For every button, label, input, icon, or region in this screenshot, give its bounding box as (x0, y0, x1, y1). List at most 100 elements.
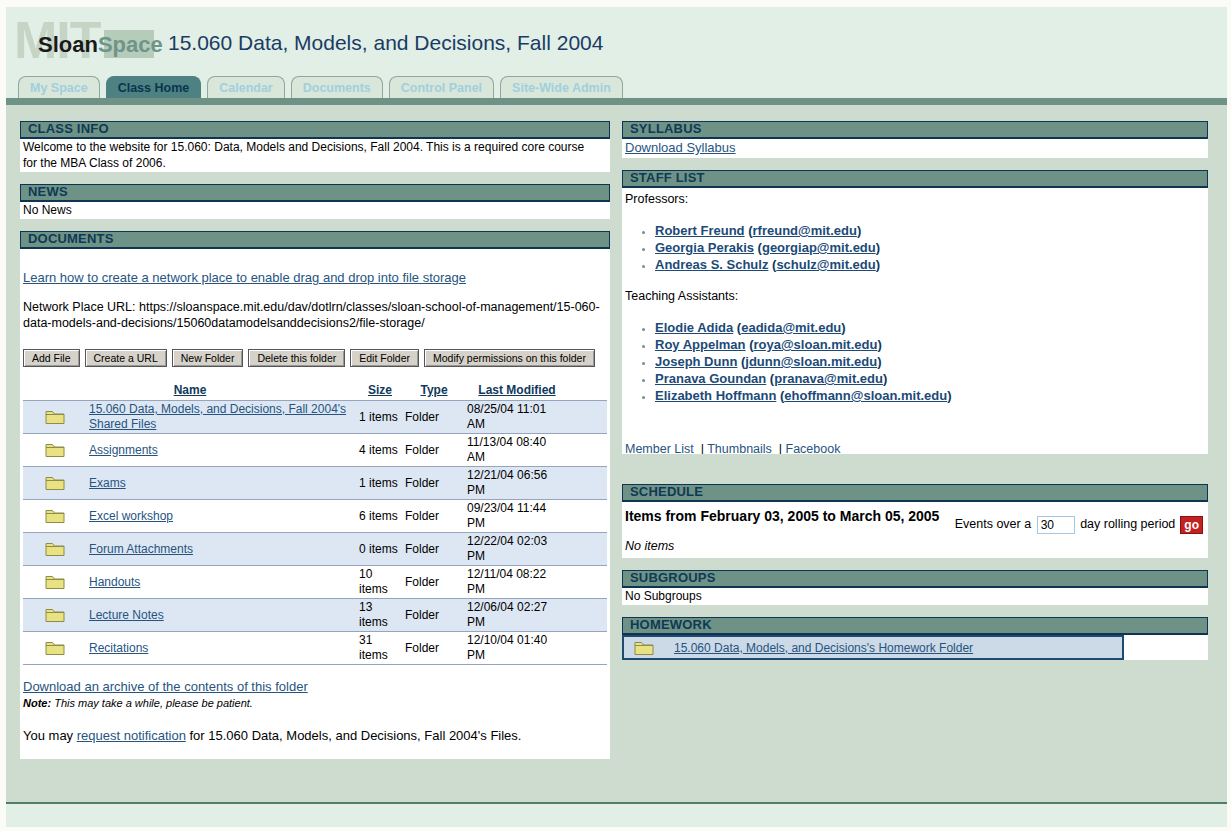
paren: ) (883, 371, 887, 386)
modified-date: 12/10/04 01:40 (467, 633, 567, 648)
sloanspace-logo: SloanSpace (38, 32, 163, 58)
news-section: NEWS No News (20, 184, 610, 219)
folder-icon (45, 475, 65, 491)
modified-meridiem: PM (467, 516, 567, 531)
mit-sloanspace-logo: MIT SloanSpace (14, 11, 166, 67)
folder-action-button[interactable]: Add File (23, 349, 80, 367)
note-label: Note: (23, 697, 51, 709)
tab-bar: My Space Class HomeCalendar Documents Contr… (6, 76, 1227, 98)
folder-modified-cell: 12/21/04 06:56PM (465, 467, 569, 500)
tab[interactable]: My Space (18, 76, 100, 98)
folder-row: Recitations 31 items Folder 12/10/04 01:… (23, 632, 607, 665)
folder-action-button[interactable]: Modify permissions on this folder (424, 349, 595, 367)
staff-email-link[interactable]: ehoffmann@sloan.mit.edu (784, 388, 947, 403)
sloan-text: Sloan (38, 32, 98, 57)
go-button[interactable]: go (1180, 516, 1203, 534)
folder-action-button[interactable]: Create a URL (85, 349, 167, 367)
modified-meridiem: PM (467, 648, 567, 663)
folder-size-cell: 6 items (357, 500, 403, 533)
staff-footer-link[interactable]: Thumbnails (707, 442, 772, 454)
tab-label: My Space (30, 81, 88, 95)
modified-meridiem: PM (467, 582, 567, 597)
tab[interactable]: Class Home (106, 76, 202, 98)
folder-modified-cell: 11/13/04 08:40AM (465, 434, 569, 467)
staff-footer-link[interactable]: Member List (625, 442, 694, 454)
staff-email-link[interactable]: pranava@mit.edu (774, 371, 883, 386)
folder-extra-cell (569, 500, 607, 533)
folder-action-button[interactable]: Delete this folder (248, 349, 345, 367)
class-info-body: Welcome to the website for 15.060: Data,… (20, 139, 610, 172)
table-column-header[interactable]: Last Modified (465, 379, 569, 401)
modified-date: 11/13/04 08:40 (467, 435, 567, 450)
paren: ) (876, 257, 880, 272)
folder-action-button[interactable]: New Folder (172, 349, 244, 367)
staff-name-link[interactable]: Elodie Adida (655, 320, 733, 335)
folder-link[interactable]: Assignments (89, 443, 158, 457)
staff-email-link[interactable]: roya@sloan.mit.edu (753, 337, 877, 352)
download-syllabus-link[interactable]: Download Syllabus (625, 140, 736, 155)
folder-row: Excel workshop 6 items Folder 09/23/04 1… (23, 500, 607, 533)
folder-link[interactable]: Handouts (89, 575, 140, 589)
tab[interactable]: Control Panel (389, 76, 494, 98)
staff-email-link[interactable]: jdunn@sloan.mit.edu (745, 354, 877, 369)
folder-icon (45, 541, 65, 557)
staff-email-link[interactable]: georgiap@mit.edu (762, 240, 876, 255)
staff-member: Georgia Perakis (georgiap@mit.edu) (655, 239, 1205, 256)
folder-row: Assignments 4 items Folder 11/13/04 08:4… (23, 434, 607, 467)
staff-name-link[interactable]: Pranava Goundan (655, 371, 766, 386)
staff-name-link[interactable]: Robert Freund (655, 223, 745, 238)
folder-modified-cell: 09/23/04 11:44PM (465, 500, 569, 533)
page-title: 15.060 Data, Models, and Decisions, Fall… (168, 31, 603, 55)
staff-name-link[interactable]: Joseph Dunn (655, 354, 737, 369)
folder-icon (45, 442, 65, 458)
events-suffix: day rolling period (1080, 517, 1175, 531)
folder-name-cell: Handouts (87, 566, 357, 599)
table-column-header[interactable]: Size (357, 379, 403, 401)
folder-name-cell: Exams (87, 467, 357, 500)
folder-action-button[interactable]: Edit Folder (350, 349, 419, 367)
tab[interactable]: Calendar (207, 76, 285, 98)
staff-email-link[interactable]: schulz@mit.edu (776, 257, 875, 272)
folder-modified-cell: 12/11/04 08:22PM (465, 566, 569, 599)
folder-link[interactable]: 15.060 Data, Models, and Decisions, Fall… (89, 402, 346, 431)
folder-link[interactable]: Lecture Notes (89, 608, 164, 622)
homework-folder-link[interactable]: 15.060 Data, Models, and Decisions's Hom… (674, 641, 973, 655)
rolling-period-input[interactable] (1037, 516, 1075, 534)
folder-link[interactable]: Exams (89, 476, 126, 490)
network-place-help-link[interactable]: Learn how to create a network place to e… (23, 270, 466, 285)
download-archive: Download an archive of the contents of t… (23, 679, 607, 709)
subgroups-body: No Subgroups (622, 588, 1208, 605)
folder-link[interactable]: Recitations (89, 641, 148, 655)
staff-email-link[interactable]: eadida@mit.edu (741, 320, 841, 335)
folder-link[interactable]: Forum Attachments (89, 542, 193, 556)
staff-name-link[interactable]: Georgia Perakis (655, 240, 754, 255)
schedule-body: Items from February 03, 2005 to March 05… (622, 502, 1208, 558)
tab-label: Control Panel (401, 81, 482, 95)
space-text: Space (98, 32, 163, 57)
staff-email-link[interactable]: rfreund@mit.edu (753, 223, 857, 238)
staff-footer-link[interactable]: Facebook (786, 442, 841, 454)
note-text: This may take a while, please be patient… (51, 697, 253, 709)
folder-type-cell: Folder (403, 434, 465, 467)
table-column-header[interactable]: Type (403, 379, 465, 401)
table-column-header[interactable]: Name (23, 379, 357, 401)
staff-name-link[interactable]: Roy Appelman (655, 337, 746, 352)
folder-size-cell: 4 items (357, 434, 403, 467)
subgroups-section: SUBGROUPS No Subgroups (622, 570, 1208, 605)
news-header: NEWS (20, 184, 610, 202)
download-archive-link[interactable]: Download an archive of the contents of t… (23, 679, 308, 694)
folder-row: Handouts 10 items Folder 12/11/04 08:22P… (23, 566, 607, 599)
folder-icon-cell (23, 599, 87, 632)
staff-name-link[interactable]: Andreas S. Schulz (655, 257, 768, 272)
modified-meridiem: PM (467, 549, 567, 564)
folder-link[interactable]: Excel workshop (89, 509, 173, 523)
modified-meridiem: PM (467, 615, 567, 630)
tab[interactable]: Documents (291, 76, 383, 98)
folder-icon-cell (23, 434, 87, 467)
tab-label: Site-Wide Admin (512, 81, 611, 95)
staff-member: Robert Freund (rfreund@mit.edu) (655, 222, 1205, 239)
staff-name-link[interactable]: Elizabeth Hoffmann (655, 388, 776, 403)
folder-icon (45, 508, 65, 524)
request-notification-link[interactable]: request notification (77, 728, 186, 743)
tab[interactable]: Site-Wide Admin (500, 76, 623, 98)
